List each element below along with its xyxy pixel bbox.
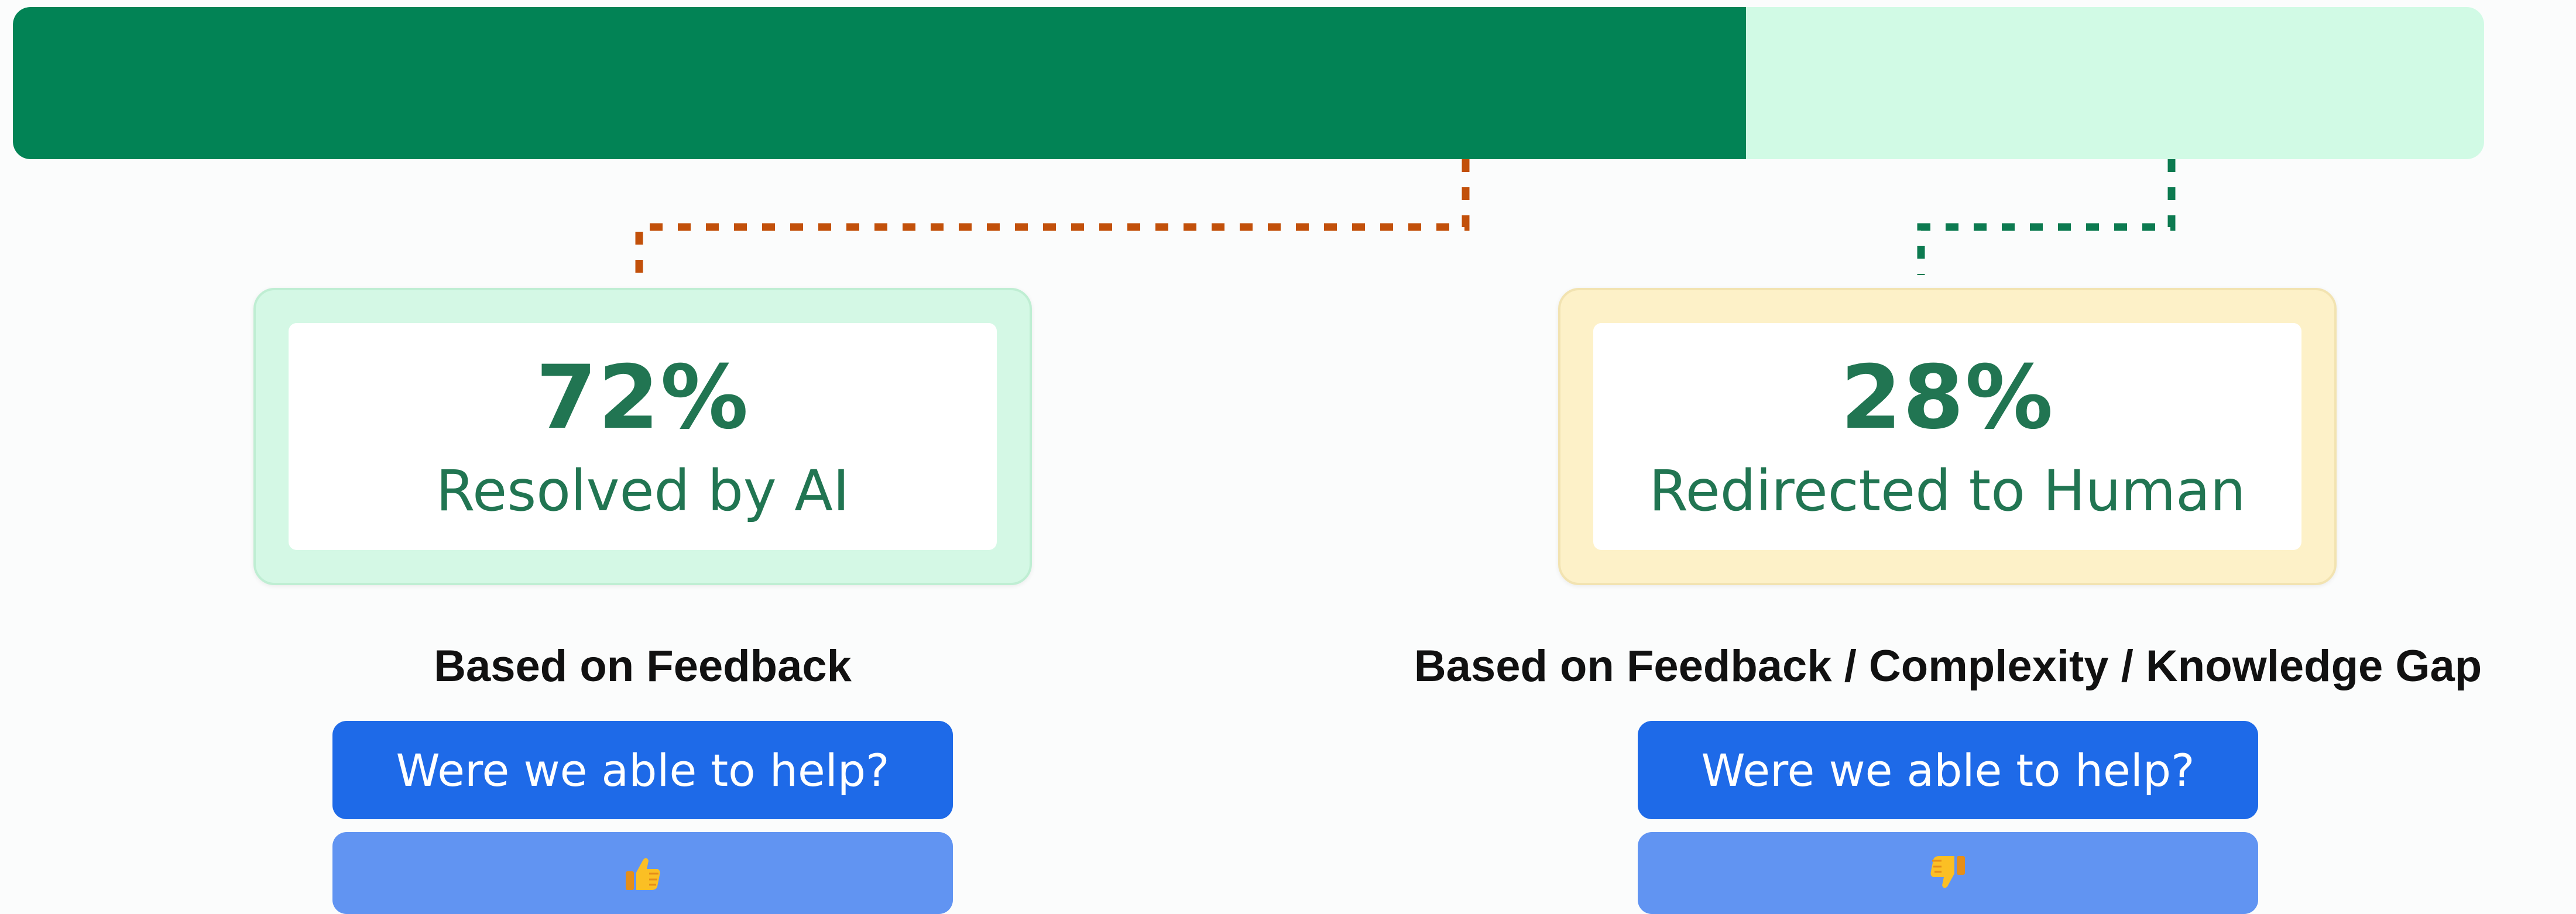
resolution-progress-bar (13, 7, 2484, 159)
redirected-percent: 28% (1840, 347, 2054, 449)
resolved-help-button[interactable]: Were we able to help? (332, 721, 953, 819)
resolved-caption: Based on Feedback (434, 641, 852, 691)
redirected-help-button[interactable]: Were we able to help? (1638, 721, 2258, 819)
redirected-label: Redirected to Human (1649, 458, 2246, 524)
resolved-card: 72% Resolved by AI (253, 288, 1032, 585)
redirected-caption: Based on Feedback / Complexity / Knowled… (1414, 641, 2482, 691)
thumbs-down-icon (1930, 856, 1965, 888)
resolved-card-inner: 72% Resolved by AI (289, 323, 997, 550)
redirected-card-inner: 28% Redirected to Human (1593, 323, 2301, 550)
redirected-card: 28% Redirected to Human (1558, 288, 2337, 585)
thumbs-down-button[interactable] (1638, 832, 2258, 914)
redirected-connector (1917, 159, 2176, 275)
thumbs-up-icon (626, 858, 660, 890)
resolved-percent: 72% (536, 347, 750, 449)
thumbs-up-button[interactable] (332, 832, 953, 914)
resolved-label: Resolved by AI (435, 458, 850, 524)
resolved-segment (13, 7, 1746, 159)
resolved-connector (635, 159, 1470, 288)
